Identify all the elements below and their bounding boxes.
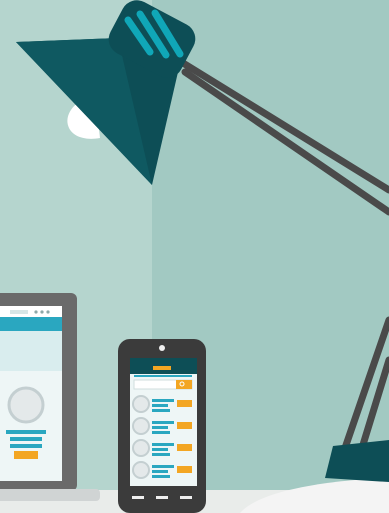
illustration-scene — [0, 0, 389, 513]
smartphone-icon — [118, 339, 206, 513]
lamp-devices-illustration — [0, 0, 389, 513]
